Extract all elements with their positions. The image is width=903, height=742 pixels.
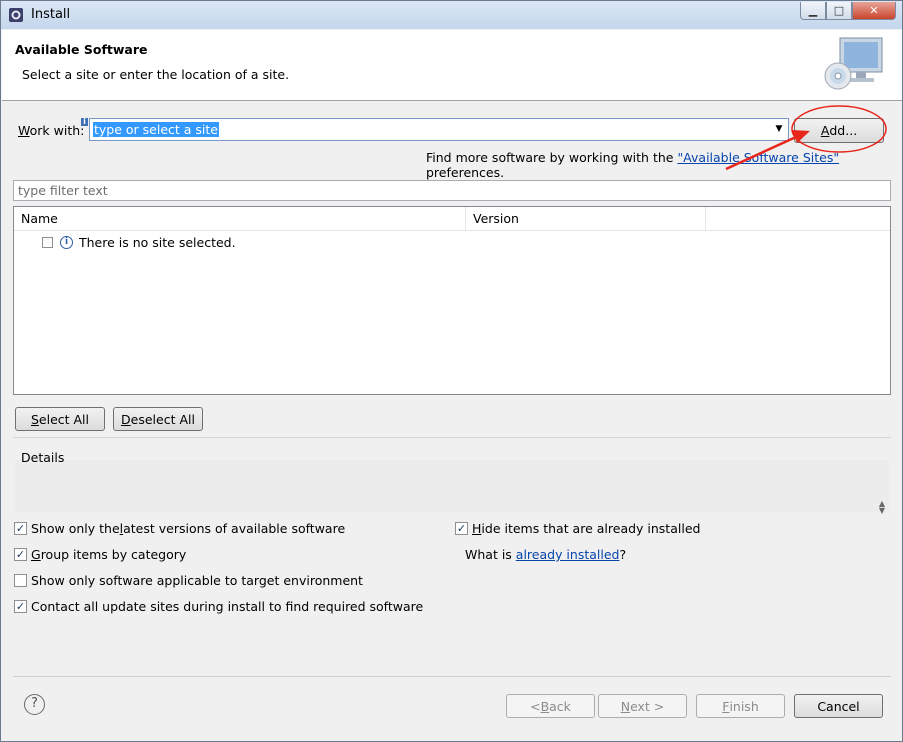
- help-icon[interactable]: ?: [24, 694, 45, 715]
- checkbox-hide[interactable]: ✓: [455, 522, 468, 535]
- eclipse-app-icon: [9, 8, 23, 22]
- title-bar: Install ▁ □ ✕: [1, 1, 902, 29]
- window-title: Install: [31, 7, 71, 22]
- work-with-combo[interactable]: type or select a site ▼: [89, 118, 789, 141]
- available-software-sites-link[interactable]: "Available Software Sites": [677, 150, 839, 165]
- minimize-button[interactable]: ▁: [800, 2, 826, 20]
- filter-input[interactable]: type filter text: [13, 180, 891, 201]
- column-version[interactable]: Version: [466, 207, 706, 230]
- cancel-button[interactable]: Cancel: [794, 694, 883, 718]
- page-title: Available Software: [15, 42, 148, 57]
- dropdown-arrow-icon[interactable]: ▼: [772, 121, 786, 138]
- work-with-value[interactable]: type or select a site: [93, 122, 219, 137]
- option-group-by-category[interactable]: ✓ Group items by category: [14, 547, 186, 562]
- option-hide-installed[interactable]: ✓ Hide items that are already installed: [455, 521, 700, 536]
- table-header: Name Version: [14, 207, 890, 231]
- option-contact-update-sites[interactable]: ✓ Contact all update sites during install…: [14, 599, 423, 614]
- details-group: ▲ ▼ Details: [13, 437, 891, 516]
- column-name[interactable]: Name: [14, 207, 466, 230]
- checkbox-latest[interactable]: ✓: [14, 522, 27, 535]
- footer-separator: [13, 676, 891, 677]
- find-more-text: Find more software by working with the "…: [426, 150, 840, 180]
- page-description: Select a site or enter the location of a…: [22, 67, 290, 82]
- install-dialog: Install ▁ □ ✕ Available Software Select …: [0, 0, 903, 742]
- option-target-environment[interactable]: Show only software applicable to target …: [14, 573, 363, 588]
- add-site-button[interactable]: Add...: [794, 118, 884, 143]
- checkbox-contact[interactable]: ✓: [14, 600, 27, 613]
- already-installed-text: What is already installed?: [465, 547, 627, 562]
- software-table: Name Version i There is no site selected…: [13, 206, 891, 395]
- deselect-all-button[interactable]: Deselect All: [113, 407, 203, 431]
- select-all-button[interactable]: Select All: [15, 407, 105, 431]
- info-decoration-icon: i: [81, 118, 88, 126]
- close-button[interactable]: ✕: [852, 2, 896, 20]
- finish-button[interactable]: Finish: [696, 694, 785, 718]
- option-latest-versions[interactable]: ✓ Show only the l atest versions of availa…: [14, 521, 345, 536]
- maximize-button[interactable]: □: [826, 2, 852, 20]
- scroll-arrows-icon[interactable]: ▲ ▼: [879, 500, 885, 515]
- wizard-banner: Available Software Select a site or ente…: [2, 30, 902, 101]
- work-with-label: Work with:: [18, 123, 85, 138]
- install-software-icon: [824, 37, 883, 90]
- checkbox-target[interactable]: [14, 574, 27, 587]
- back-button[interactable]: < Back: [506, 694, 595, 718]
- details-text-area[interactable]: ▲ ▼: [15, 460, 889, 515]
- row-checkbox[interactable]: [42, 237, 53, 248]
- info-icon: i: [60, 236, 73, 249]
- details-label: Details: [21, 450, 65, 465]
- already-installed-link[interactable]: already installed: [516, 547, 620, 562]
- next-button[interactable]: Next >: [598, 694, 687, 718]
- row-label: There is no site selected.: [79, 235, 236, 250]
- checkbox-group[interactable]: ✓: [14, 548, 27, 561]
